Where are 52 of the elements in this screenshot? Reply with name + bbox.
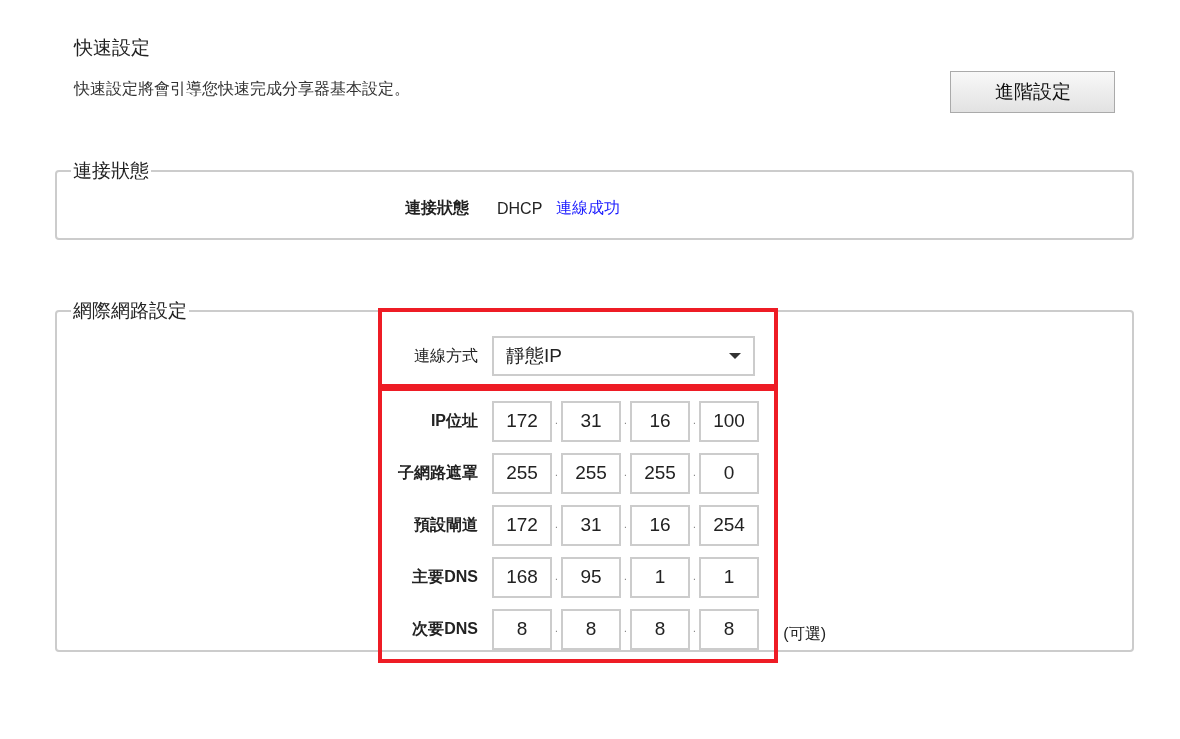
octet-separator: . [692,572,697,582]
octet-separator: . [692,520,697,530]
octet-separator: . [554,572,559,582]
field-label: 連線方式 [413,345,478,366]
octet-separator: . [623,520,628,530]
field-label: 連接狀態 [405,198,469,218]
octet-input[interactable]: 16 [630,504,690,546]
octet-input[interactable]: 172 [492,504,552,546]
field-label: 主要DNS [411,566,478,587]
octet-input[interactable]: 255 [561,452,621,494]
octet-separator: . [623,624,628,634]
connection-type: DHCP [497,199,543,218]
octet-separator: . [692,468,697,478]
octet-input[interactable]: 172 [492,400,552,442]
octet-input[interactable]: 8 [492,608,552,650]
field-label: IP位址 [429,410,478,431]
octet-input[interactable]: 8 [699,608,759,650]
octet-separator: . [623,468,628,478]
connection-status: 連線成功 [556,198,621,218]
octet-separator: . [623,416,628,426]
page-description: 快速設定將會引導您快速完成分享器基本設定。 [74,79,410,99]
octet-input[interactable]: 1 [630,556,690,598]
section-title: 網際網路設定 [72,299,188,323]
section-title: 連接狀態 [72,159,150,183]
octet-separator: . [554,624,559,634]
octet-separator: . [554,520,559,530]
optional-note: (可選) [783,624,826,644]
field-label: 次要DNS [411,618,478,639]
octet-separator: . [554,416,559,426]
field-label: 子網路遮罩 [397,462,478,483]
octet-separator: . [692,624,697,634]
octet-input[interactable]: 16 [630,400,690,442]
octet-input[interactable]: 100 [699,400,759,442]
octet-input[interactable]: 254 [699,504,759,546]
advanced-settings-button[interactable]: 進階設定 [950,71,1115,113]
octet-input[interactable]: 8 [630,608,690,650]
octet-separator: . [692,416,697,426]
caret-icon [729,353,741,359]
octet-input[interactable]: 8 [561,608,621,650]
octet-input[interactable]: 0 [699,452,759,494]
octet-input[interactable]: 168 [492,556,552,598]
octet-separator: . [623,572,628,582]
octet-separator: . [554,468,559,478]
octet-input[interactable]: 95 [561,556,621,598]
octet-input[interactable]: 255 [492,452,552,494]
octet-input[interactable]: 255 [630,452,690,494]
connection-method-dropdown[interactable]: 靜態IP [492,336,755,376]
field-label: 預設閘道 [413,514,478,535]
octet-input[interactable]: 1 [699,556,759,598]
page-title: 快速設定 [74,36,151,60]
octet-input[interactable]: 31 [561,504,621,546]
octet-input[interactable]: 31 [561,400,621,442]
